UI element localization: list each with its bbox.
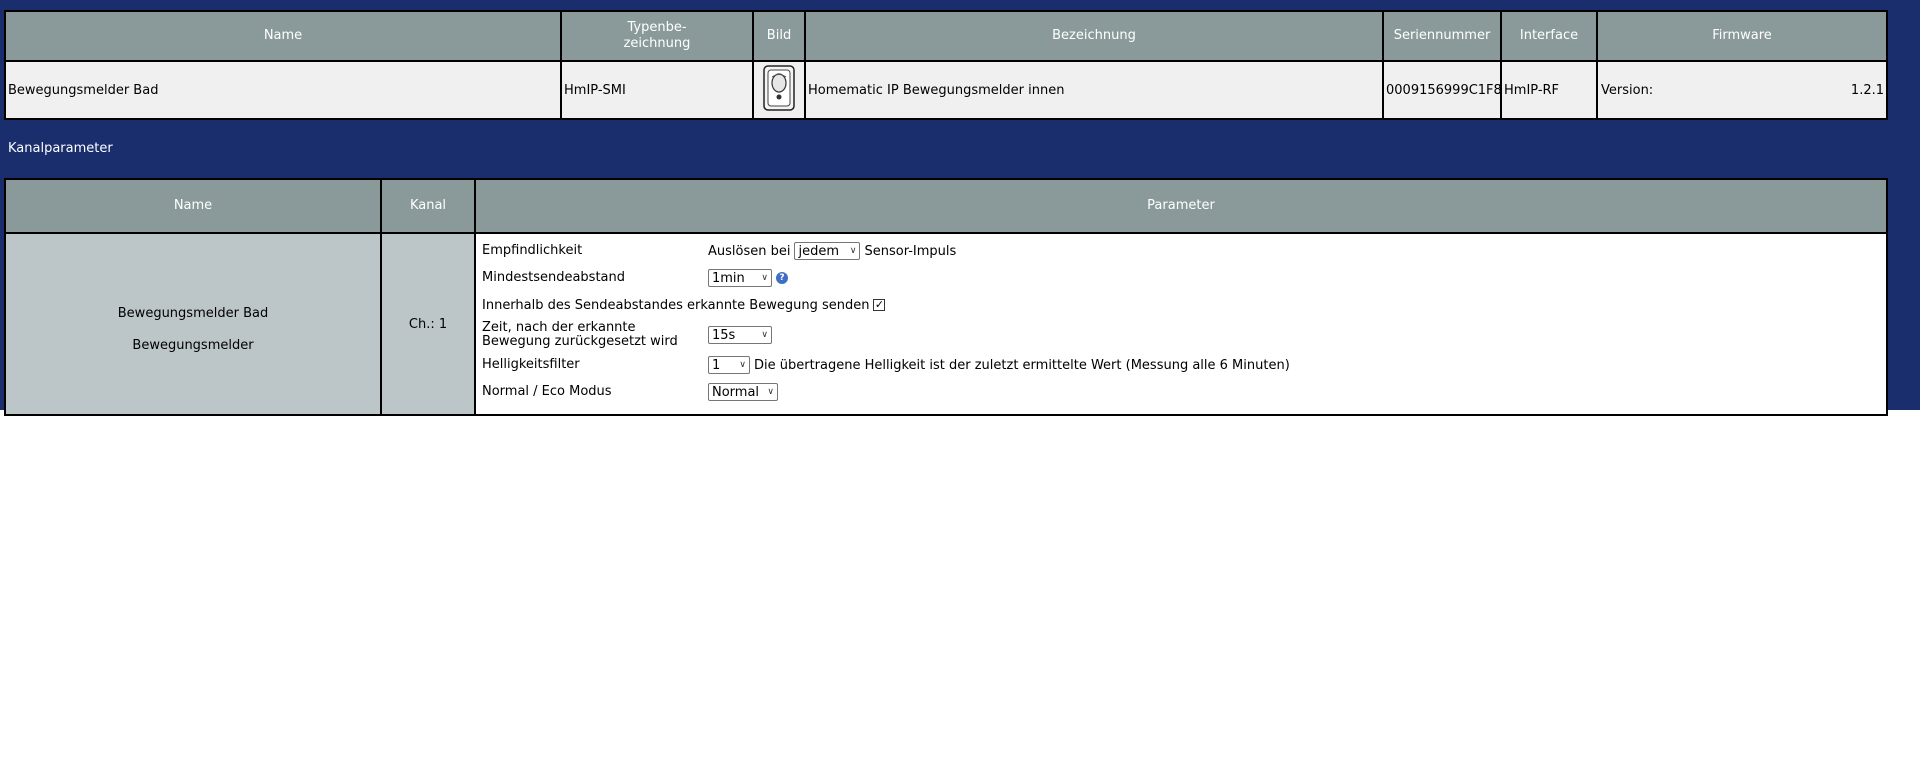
device-name: Bewegungsmelder Bad: [4, 60, 562, 120]
channel-row: Bewegungsmelder Bad Bewegungsmelder Ch.:…: [4, 232, 1888, 416]
channel-name-cell: Bewegungsmelder Bad Bewegungsmelder: [4, 232, 382, 416]
chevron-down-icon: ∨: [767, 387, 774, 397]
reset-time-select[interactable]: 15s ∨: [708, 326, 772, 344]
device-interface: HmIP-RF: [1500, 60, 1598, 120]
header-interface: Interface: [1500, 10, 1598, 62]
brightness-select[interactable]: 1 ∨: [708, 356, 750, 374]
device-table: Name Typenbe- zeichnung Bild Bezeichnung…: [4, 10, 1888, 120]
sensitivity-prefix: Auslösen bei: [708, 243, 791, 259]
send-motion-label: Innerhalb des Sendeabstandes erkannte Be…: [482, 297, 870, 313]
eco-mode-value: Normal: [712, 384, 760, 400]
brightness-label: Helligkeitsfilter: [482, 357, 580, 372]
sensitivity-suffix: Sensor-Impuls: [864, 243, 957, 259]
sensitivity-value: jedem: [798, 243, 840, 259]
channel-header-parameter: Parameter: [474, 178, 1888, 234]
reset-time-value: 15s: [712, 327, 736, 343]
param-min-interval: Mindestsendeabstand 1min ∨ ?: [482, 267, 1886, 289]
header-description: Bezeichnung: [804, 10, 1384, 62]
sensitivity-select[interactable]: jedem ∨: [794, 242, 861, 260]
chevron-down-icon: ∨: [739, 360, 746, 370]
header-type: Typenbe- zeichnung: [560, 10, 754, 62]
header-firmware: Firmware: [1596, 10, 1888, 62]
header-name: Name: [4, 10, 562, 62]
channel-device-name: Bewegungsmelder Bad: [117, 306, 269, 321]
device-row: Bewegungsmelder Bad HmIP-SMI Homematic I…: [4, 60, 1888, 120]
chevron-down-icon: ∨: [849, 246, 857, 256]
motion-detector-device-icon: [763, 65, 795, 111]
send-motion-checkbox[interactable]: ✓: [873, 299, 886, 311]
firmware-label: Version:: [1601, 82, 1654, 98]
firmware-version: 1.2.1: [1850, 82, 1884, 98]
device-firmware: Version: 1.2.1: [1596, 60, 1888, 120]
header-serial: Seriennummer: [1382, 10, 1502, 62]
param-brightness: Helligkeitsfilter 1 ∨ Die übertragene He…: [482, 354, 1886, 376]
reset-time-label: Zeit, nach der erkannte Bewegung zurückg…: [482, 320, 678, 349]
param-reset-time: Zeit, nach der erkannte Bewegung zurückg…: [482, 321, 1886, 349]
help-icon[interactable]: ?: [776, 272, 788, 284]
min-interval-label: Mindestsendeabstand: [482, 270, 625, 285]
min-interval-select[interactable]: 1min ∨: [708, 269, 772, 287]
brightness-value: 1: [712, 357, 721, 373]
brightness-note: Die übertragene Helligkeit ist der zulet…: [754, 357, 1290, 373]
header-image: Bild: [752, 10, 806, 62]
channel-type-name: Bewegungsmelder: [132, 338, 254, 353]
min-interval-value: 1min: [712, 270, 745, 286]
device-serial: 0009156999C1F8: [1382, 60, 1502, 120]
section-title: Kanalparameter: [8, 141, 113, 156]
param-sensitivity: Empfindlichkeit Auslösen bei jedem ∨ Sen…: [482, 240, 1886, 262]
channel-header-name: Name: [4, 178, 382, 234]
param-eco-mode: Normal / Eco Modus Normal ∨: [482, 381, 1886, 403]
chevron-down-icon: ∨: [761, 273, 768, 283]
chevron-down-icon: ∨: [761, 330, 768, 340]
device-type: HmIP-SMI: [560, 60, 754, 120]
channel-header-kanal: Kanal: [380, 178, 476, 234]
sensitivity-label: Empfindlichkeit: [482, 243, 583, 258]
param-send-motion: Innerhalb des Sendeabstandes erkannte Be…: [482, 294, 1886, 316]
device-description: Homematic IP Bewegungsmelder innen: [804, 60, 1384, 120]
channel-table: Name Kanal Parameter Bewegungsmelder Bad…: [4, 178, 1888, 416]
channel-number: Ch.: 1: [380, 232, 476, 416]
eco-mode-label: Normal / Eco Modus: [482, 384, 612, 399]
eco-mode-select[interactable]: Normal ∨: [708, 383, 778, 401]
parameter-cell: Empfindlichkeit Auslösen bei jedem ∨ Sen…: [474, 232, 1888, 416]
